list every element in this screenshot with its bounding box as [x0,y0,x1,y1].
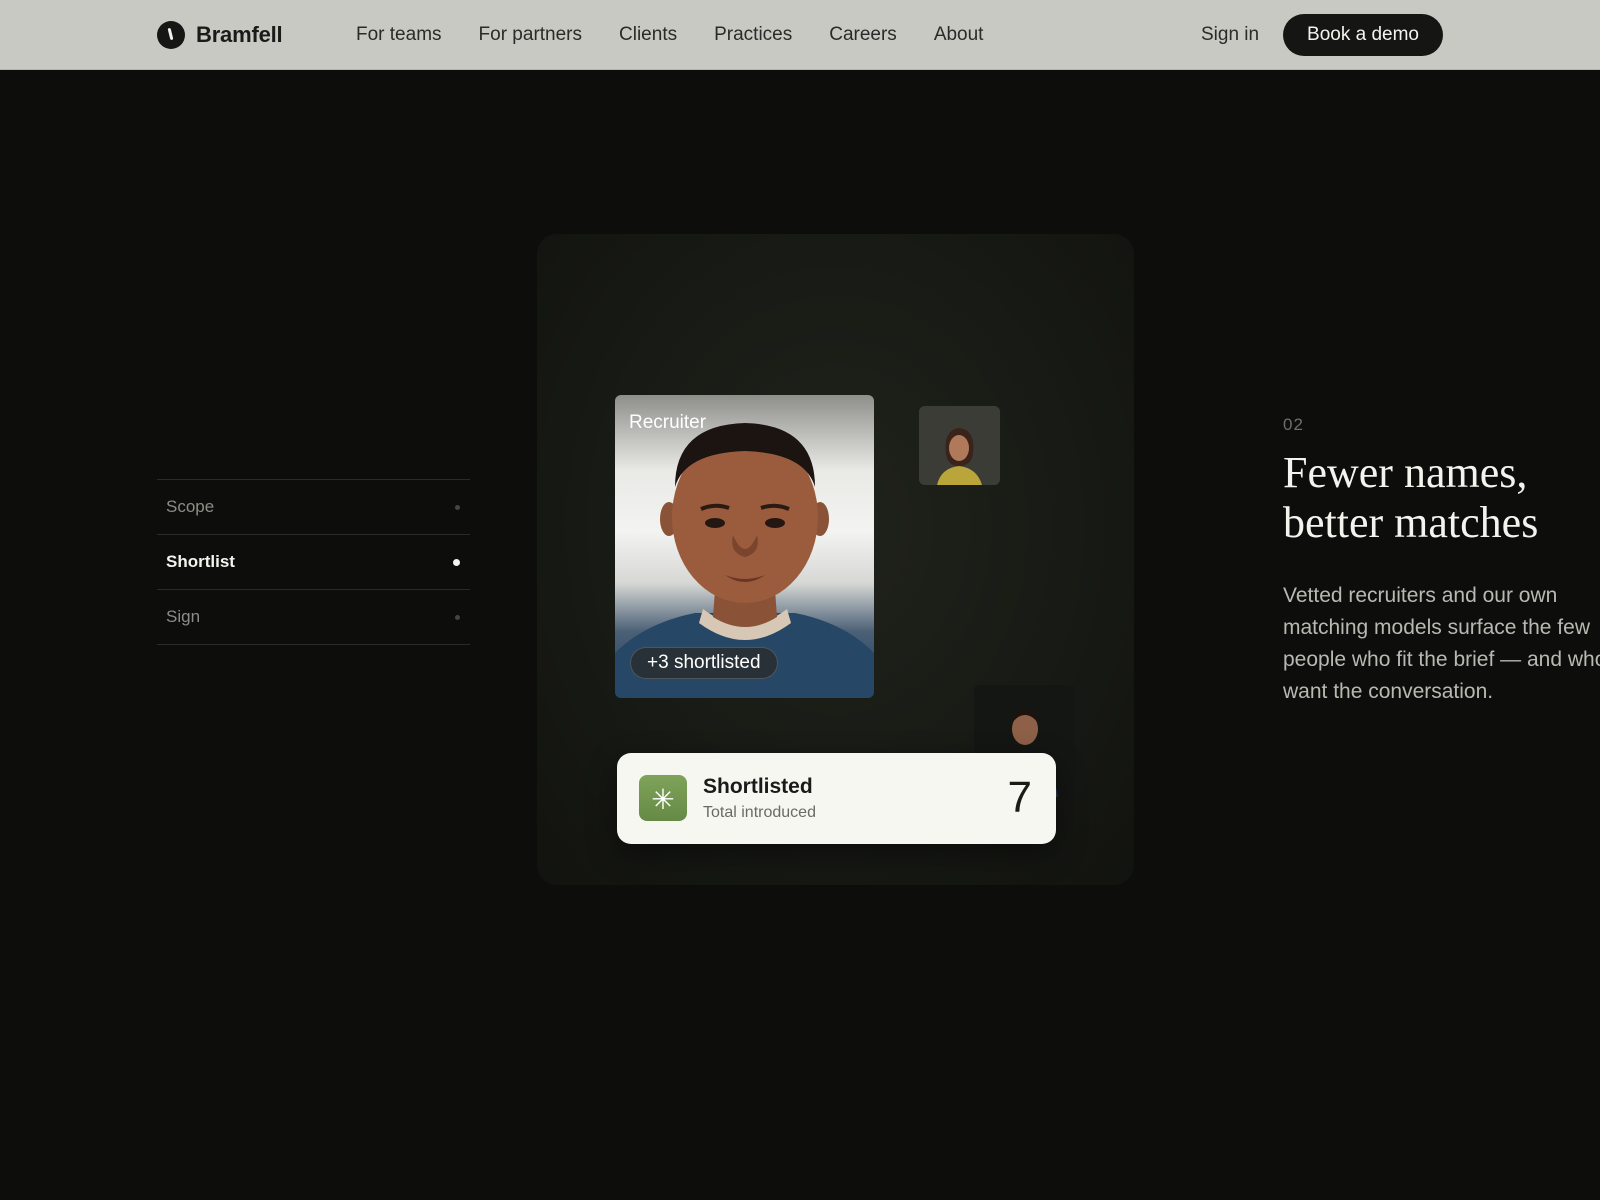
step-sign[interactable]: Sign [157,590,470,645]
step-label: Scope [166,497,215,516]
nav-link-for-partners[interactable]: For partners [479,24,582,46]
section-number: 02 [1283,415,1304,434]
headline-line: better matches [1283,498,1539,547]
main-nav: For teams For partners Clients Practices… [356,24,983,46]
candidate-avatar-woman [919,406,1000,485]
step-label: Shortlist [166,552,235,571]
brand-link[interactable]: Bramfell [157,21,283,49]
candidate-thumbnail [919,406,1000,485]
body-line: Vetted recruiters and our own [1283,584,1558,607]
section-body: Vetted recruiters and our own matching m… [1283,580,1600,710]
sign-in-link[interactable]: Sign in [1201,24,1259,46]
top-nav-bar: Bramfell For teams For partners Clients … [0,0,1600,70]
body-line: want the conversation. [1283,680,1494,703]
step-indicator-dot [455,504,460,510]
recruiter-profile-card: Recruiter +3 shortlisted [615,395,874,698]
shortlisted-count-badge: +3 shortlisted [630,647,778,679]
step-indicator-dot [455,614,460,620]
step-indicator-dot [453,558,460,566]
stat-subtitle: Total introduced [703,804,816,821]
step-scope[interactable]: Scope [157,480,470,535]
nav-link-for-teams[interactable]: For teams [356,24,442,46]
asterisk-icon: ✳ [639,775,687,821]
step-label: Sign [166,607,201,626]
nav-link-clients[interactable]: Clients [619,24,677,46]
nav-link-practices[interactable]: Practices [714,24,792,46]
shortlisted-stat-card: ✳ Shortlisted Total introduced 7 [617,753,1056,844]
brand-logo-icon [157,21,185,49]
step-shortlist[interactable]: Shortlist [157,535,470,590]
stat-title: Shortlisted [703,775,813,798]
process-steps: Scope Shortlist Sign [157,479,470,645]
recruiter-label: Recruiter [629,412,707,433]
headline-line: Fewer names, [1283,448,1528,497]
nav-link-careers[interactable]: Careers [829,24,897,46]
brand-name: Bramfell [196,22,283,47]
book-demo-button[interactable]: Book a demo [1283,14,1443,56]
body-line: people who fit the brief — and who [1283,648,1600,671]
section-headline: Fewer names, better matches [1283,448,1600,548]
body-line: matching models surface the few [1283,616,1590,639]
nav-link-about[interactable]: About [934,24,984,46]
stat-value: 7 [1007,773,1032,822]
